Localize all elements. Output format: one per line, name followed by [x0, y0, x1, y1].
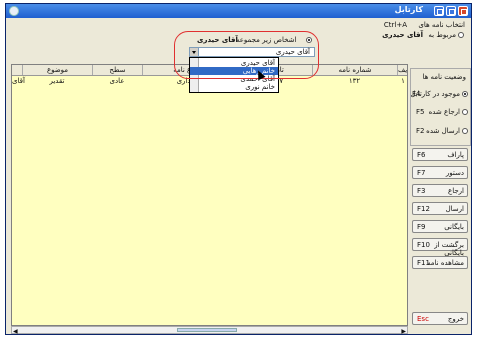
cell-subject: تقدیر — [49, 77, 65, 85]
side-panel: وضعیت نامه ها موجود در کارتابل F4 ارجاع … — [410, 64, 471, 326]
exit-label: خروج — [447, 315, 464, 323]
select-letters-label: انتخاب نامه های — [418, 21, 465, 29]
action-button-view-letter[interactable]: F11 مشاهده نامه — [412, 256, 468, 269]
action-key: F6 — [417, 151, 426, 159]
scroll-thumb[interactable] — [177, 328, 237, 332]
status-key: F2 — [416, 127, 425, 135]
person-dropdown-list[interactable]: آقای حیدری خانم رهایی آقای احمدی خانم نو… — [189, 57, 279, 93]
col-header-number[interactable]: شماره نامه — [312, 65, 397, 75]
status-key: F5 — [416, 108, 425, 116]
subordinates-label: اشخاص زیر مجموعه — [236, 36, 297, 44]
status-label: ارجاع شده — [428, 108, 460, 116]
status-group-title: وضعیت نامه ها — [422, 73, 466, 81]
combo-value: آقای حیدری — [275, 48, 310, 56]
chevron-down-icon[interactable] — [189, 47, 199, 57]
action-label: بایگانی — [444, 223, 464, 231]
action-label: ارجاع — [448, 187, 464, 195]
dropdown-option[interactable]: آقای حیدری — [241, 59, 275, 67]
shortcut-label: Ctrl+A — [383, 21, 407, 29]
title-bar: کارتابل — [6, 4, 471, 18]
subordinates-person-label: آقای حیدری — [197, 36, 238, 44]
exit-key: Esc — [417, 315, 429, 323]
scroll-right-icon[interactable]: ▶ — [401, 328, 406, 334]
status-group: وضعیت نامه ها موجود در کارتابل F4 ارجاع … — [410, 68, 471, 146]
status-radio-referred[interactable] — [462, 109, 468, 115]
dropdown-scrollbar[interactable] — [190, 58, 199, 92]
action-button-order[interactable]: F7 دستور — [412, 166, 468, 179]
dropdown-option-selected[interactable]: خانم رهایی — [190, 67, 278, 75]
status-label: ارسال شده — [426, 127, 460, 135]
subordinates-radio[interactable] — [306, 37, 312, 43]
dropdown-option[interactable]: خانم نوری — [245, 83, 275, 91]
person-combo[interactable]: آقای حیدری — [189, 47, 315, 57]
minimize-icon[interactable] — [434, 6, 444, 16]
col-header-level[interactable]: سطح — [92, 65, 142, 75]
action-label: ارسال — [445, 205, 464, 213]
action-key: F9 — [417, 223, 426, 231]
action-label: مشاهده نامه — [427, 259, 464, 267]
action-key: F12 — [417, 205, 430, 213]
close-icon[interactable] — [458, 6, 468, 16]
action-key: F7 — [417, 169, 426, 177]
related-to-label: مربوط به — [428, 31, 456, 39]
cell-cont: آقای — [12, 77, 25, 85]
related-to-radio[interactable] — [458, 32, 464, 38]
action-button-refer[interactable]: F3 ارجاع — [412, 184, 468, 197]
col-header-row[interactable]: ردیف — [397, 65, 407, 75]
cell-number: ۱۳۲ — [348, 77, 361, 85]
cell-row: ۱ — [401, 77, 405, 85]
action-button-send[interactable]: F12 ارسال — [412, 202, 468, 215]
app-icon — [9, 6, 19, 16]
table-scrollbar[interactable]: ◀ ▶ — [11, 326, 408, 334]
window-title: کارتابل — [394, 5, 423, 14]
status-radio-inbox[interactable] — [462, 91, 468, 97]
action-label: پاراف — [447, 151, 464, 159]
scroll-left-icon[interactable]: ◀ — [13, 328, 18, 334]
action-label: برگشت از بایگانی — [434, 241, 464, 257]
main-window: کارتابل انتخاب نامه های Ctrl+A مربوط به … — [5, 3, 472, 335]
action-button-paraph[interactable]: F6 پاراف — [412, 148, 468, 161]
cell-level: عادی — [109, 77, 125, 85]
maximize-icon[interactable] — [446, 6, 456, 16]
exit-button[interactable]: Esc خروج — [412, 312, 468, 325]
col-header-subject[interactable]: موضوع — [22, 65, 92, 75]
letters-table[interactable]: ردیف شماره نامه تاریخ نامه نوع نامه سطح … — [11, 64, 408, 326]
action-key: F3 — [417, 187, 426, 195]
action-label: دستور — [445, 169, 464, 177]
status-key: F4 — [412, 90, 421, 98]
action-button-unarchive[interactable]: F10 برگشت از بایگانی — [412, 238, 468, 257]
status-radio-sent[interactable] — [462, 128, 468, 134]
related-person-label: آقای حیدری — [382, 31, 423, 39]
action-button-archive[interactable]: F9 بایگانی — [412, 220, 468, 233]
